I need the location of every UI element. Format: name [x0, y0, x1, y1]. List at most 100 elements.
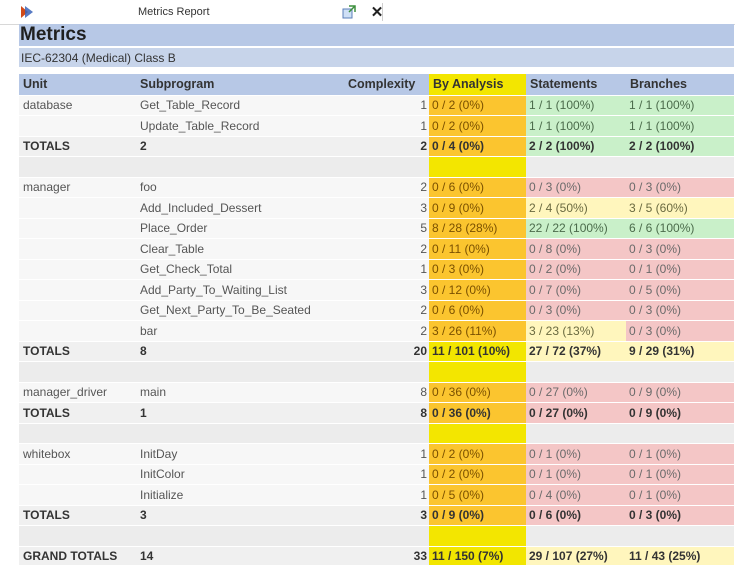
- spacer-cell: [136, 156, 344, 177]
- table-row: Add_Included_Dessert 3 0 / 9 (0%) 2 / 4 (50…: [19, 197, 734, 218]
- spacer-cell: [19, 525, 136, 546]
- statements-cell: 22 / 22 (100%): [526, 217, 626, 238]
- statements-cell: 0 / 7 (0%): [526, 279, 626, 300]
- totals-row: TOTALS 3 3 0 / 9 (0%) 0 / 6 (0%) 0 / 3 (0%): [19, 504, 734, 525]
- unit-cell: [19, 299, 136, 320]
- complexity-cell: 1: [344, 484, 429, 505]
- column-header-branches[interactable]: Branches: [626, 74, 734, 95]
- spacer-cell: [344, 361, 429, 382]
- by-analysis-cell: 0 / 36 (0%): [429, 402, 526, 423]
- table-row: Get_Next_Party_To_Be_Seated 2 0 / 6 (0%) 0 …: [19, 299, 734, 320]
- subprogram-cell: main: [136, 381, 344, 402]
- subprogram-cell: 2: [136, 135, 344, 156]
- subprogram-cell: Get_Next_Party_To_Be_Seated: [136, 299, 344, 320]
- column-header-subprogram[interactable]: Subprogram: [136, 74, 344, 95]
- by-analysis-cell: 0 / 2 (0%): [429, 115, 526, 136]
- complexity-cell: 1: [344, 443, 429, 464]
- popout-icon[interactable]: [341, 4, 357, 20]
- by-analysis-cell: 11 / 150 (7%): [429, 545, 526, 565]
- statements-cell: 29 / 107 (27%): [526, 545, 626, 565]
- metrics-table-body: database Get_Table_Record 1 0 / 2 (0%) 1 / 1…: [19, 94, 734, 565]
- unit-cell: [19, 484, 136, 505]
- branches-cell: 0 / 3 (0%): [626, 320, 734, 341]
- by-analysis-cell: 0 / 6 (0%): [429, 299, 526, 320]
- complexity-cell: 2: [344, 135, 429, 156]
- unit-cell: TOTALS: [19, 340, 136, 361]
- column-header-complexity[interactable]: Complexity: [344, 74, 429, 95]
- table-row: Update_Table_Record 1 0 / 2 (0%) 1 / 1 (100…: [19, 115, 734, 136]
- branches-cell: 9 / 29 (31%): [626, 340, 734, 361]
- spacer-cell: [626, 422, 734, 443]
- statements-cell: 0 / 1 (0%): [526, 443, 626, 464]
- statements-cell: 0 / 1 (0%): [526, 463, 626, 484]
- tab-title[interactable]: Metrics Report: [138, 6, 308, 18]
- table-row: Get_Check_Total 1 0 / 3 (0%) 0 / 2 (0%) 0 / …: [19, 258, 734, 279]
- spacer-row: [19, 361, 734, 382]
- spacer-cell: [19, 361, 136, 382]
- table-row: InitColor 1 0 / 2 (0%) 0 / 1 (0%) 0 / 1 (0%): [19, 463, 734, 484]
- by-analysis-cell: 0 / 2 (0%): [429, 463, 526, 484]
- complexity-cell: 2: [344, 320, 429, 341]
- branches-cell: 2 / 2 (100%): [626, 135, 734, 156]
- table-row: Clear_Table 2 0 / 11 (0%) 0 / 8 (0%) 0 / 3 (…: [19, 238, 734, 259]
- by-analysis-cell: 0 / 4 (0%): [429, 135, 526, 156]
- metrics-report-window: Metrics Report ✕ Metrics IEC-62304 (Medi…: [0, 0, 735, 565]
- by-analysis-cell: 0 / 5 (0%): [429, 484, 526, 505]
- by-analysis-cell: 0 / 2 (0%): [429, 94, 526, 115]
- complexity-cell: 2: [344, 299, 429, 320]
- unit-cell: manager: [19, 176, 136, 197]
- complexity-cell: 2: [344, 176, 429, 197]
- branches-cell: 0 / 3 (0%): [626, 504, 734, 525]
- branches-cell: 0 / 1 (0%): [626, 484, 734, 505]
- statements-cell: 3 / 23 (13%): [526, 320, 626, 341]
- column-header-unit[interactable]: Unit: [19, 74, 136, 95]
- spacer-cell: [526, 525, 626, 546]
- branches-cell: 0 / 1 (0%): [626, 463, 734, 484]
- statements-cell: 0 / 27 (0%): [526, 381, 626, 402]
- complexity-cell: 33: [344, 545, 429, 565]
- table-row: Initialize 1 0 / 5 (0%) 0 / 4 (0%) 0 / 1 (0%…: [19, 484, 734, 505]
- report-heading-bar: Metrics: [19, 24, 734, 46]
- spacer-cell: [136, 525, 344, 546]
- complexity-cell: 3: [344, 504, 429, 525]
- statements-cell: 1 / 1 (100%): [526, 94, 626, 115]
- unit-cell: manager_driver: [19, 381, 136, 402]
- totals-row: TOTALS 8 20 11 / 101 (10%) 27 / 72 (37%) 9 / …: [19, 340, 734, 361]
- unit-cell: whitebox: [19, 443, 136, 464]
- complexity-cell: 1: [344, 463, 429, 484]
- spacer-cell: [429, 361, 526, 382]
- app-logo-icon[interactable]: [18, 3, 36, 21]
- by-analysis-cell: 0 / 36 (0%): [429, 381, 526, 402]
- spacer-cell: [136, 361, 344, 382]
- by-analysis-cell: 0 / 3 (0%): [429, 258, 526, 279]
- unit-cell: [19, 463, 136, 484]
- branches-cell: 1 / 1 (100%): [626, 115, 734, 136]
- complexity-cell: 3: [344, 197, 429, 218]
- subprogram-cell: Place_Order: [136, 217, 344, 238]
- spacer-cell: [19, 422, 136, 443]
- spacer-row: [19, 525, 734, 546]
- unit-cell: [19, 320, 136, 341]
- spacer-cell: [626, 156, 734, 177]
- spacer-row: [19, 156, 734, 177]
- branches-cell: 1 / 1 (100%): [626, 94, 734, 115]
- table-row: whitebox InitDay 1 0 / 2 (0%) 0 / 1 (0%) 0 / …: [19, 443, 734, 464]
- spacer-cell: [429, 156, 526, 177]
- spacer-cell: [19, 156, 136, 177]
- column-header-by-analysis[interactable]: By Analysis: [429, 74, 526, 95]
- branches-cell: 0 / 1 (0%): [626, 258, 734, 279]
- spacer-cell: [429, 525, 526, 546]
- spacer-cell: [626, 525, 734, 546]
- subprogram-cell: InitColor: [136, 463, 344, 484]
- spacer-cell: [429, 422, 526, 443]
- subprogram-cell: bar: [136, 320, 344, 341]
- spacer-cell: [626, 361, 734, 382]
- spacer-cell: [344, 156, 429, 177]
- subprogram-cell: 14: [136, 545, 344, 565]
- unit-cell: [19, 279, 136, 300]
- branches-cell: 0 / 3 (0%): [626, 299, 734, 320]
- table-header-row: Unit Subprogram Complexity By Analysis S…: [19, 74, 734, 95]
- table-row: manager foo 2 0 / 6 (0%) 0 / 3 (0%) 0 / 3 (0%…: [19, 176, 734, 197]
- column-header-statements[interactable]: Statements: [526, 74, 626, 95]
- standard-bar: IEC-62304 (Medical) Class B: [19, 48, 734, 67]
